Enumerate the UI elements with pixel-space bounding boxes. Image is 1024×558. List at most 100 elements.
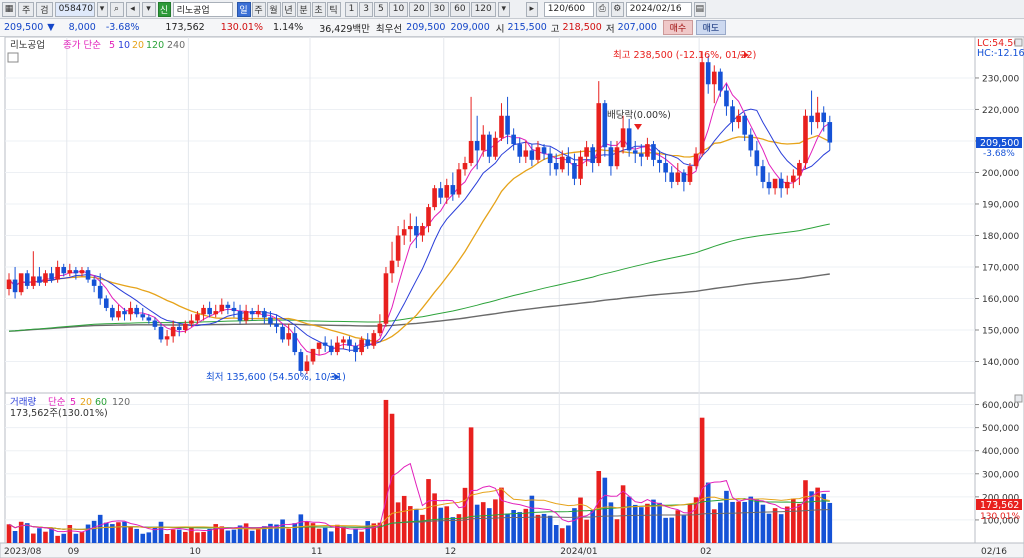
- search-button[interactable]: 검: [36, 1, 53, 17]
- minute-option-2[interactable]: 5: [374, 1, 388, 17]
- gear-icon[interactable]: ⚙: [610, 1, 624, 17]
- candle-body: [572, 163, 577, 179]
- candle-body: [262, 311, 267, 318]
- date-input[interactable]: 2024/02/16: [625, 1, 692, 17]
- volume-bar: [791, 498, 796, 543]
- price-tick-label: 160,000: [982, 295, 1019, 305]
- volume-bar: [116, 522, 121, 543]
- minute-option-3[interactable]: 10: [388, 1, 409, 17]
- candle-body: [176, 326, 182, 330]
- candle-body: [724, 90, 729, 107]
- tab-3[interactable]: 년: [281, 1, 296, 17]
- volume-bar: [669, 517, 675, 543]
- x-axis-label: 2024/01: [560, 547, 597, 557]
- candle-body: [365, 339, 371, 346]
- chart-type-icon[interactable]: ▦: [2, 1, 16, 17]
- minute-option-7[interactable]: 120: [470, 1, 496, 17]
- volume-bar: [766, 513, 772, 543]
- candle-body: [395, 235, 401, 261]
- volume-bar: [189, 526, 194, 543]
- minute-option-4[interactable]: 20: [409, 1, 429, 17]
- volume-bar: [645, 503, 650, 543]
- stock-chart[interactable]: 140,000 150,000 160,000 170,000 180,000 190,0…: [0, 37, 1024, 558]
- tab-5[interactable]: 초: [311, 1, 326, 17]
- volume-bar: [407, 506, 413, 543]
- candle-body: [566, 156, 571, 164]
- candle-body: [803, 115, 808, 164]
- tab-2[interactable]: 월: [266, 1, 281, 17]
- candle-body: [292, 333, 298, 353]
- vol-ma120-legend: 120: [112, 397, 130, 408]
- candle-body: [213, 311, 219, 315]
- volume-bar: [122, 521, 127, 543]
- volume-bar: [304, 521, 310, 543]
- tab-4[interactable]: 분: [296, 1, 311, 17]
- candle-body: [499, 115, 504, 138]
- candle-body: [456, 169, 462, 195]
- candle-body: [85, 270, 91, 280]
- volume-bar: [450, 517, 456, 543]
- volume-bar: [158, 521, 164, 543]
- candle-body: [341, 339, 346, 343]
- best-ask: 209,500: [406, 22, 446, 33]
- top-toolbar: ▦ 주 검 058470 ▾ ⌕ ◂ ▾ 신 리노공업 일주월년분초틱 1351…: [0, 0, 1024, 19]
- volume-bar: [243, 523, 249, 543]
- volume-ratio: 130.01%: [220, 22, 263, 33]
- calendar-icon[interactable]: ▤: [693, 1, 706, 17]
- candle-body: [328, 345, 334, 353]
- minute-option-0[interactable]: 1: [344, 1, 359, 17]
- high-label: 고: [550, 23, 560, 35]
- volume-bar: [401, 495, 407, 543]
- print-icon[interactable]: ⎙: [595, 1, 609, 17]
- candle-body: [487, 134, 492, 157]
- candle-body: [67, 270, 73, 274]
- candle-body: [353, 345, 358, 353]
- volume-bar: [657, 502, 662, 543]
- period-select[interactable]: 주: [18, 1, 35, 17]
- grid-toggle-icon[interactable]: [7, 52, 19, 63]
- candle-body: [195, 314, 200, 321]
- buy-button[interactable]: 매수: [662, 20, 693, 35]
- volume-bar: [553, 525, 559, 543]
- volume-bar: [778, 514, 784, 543]
- volume-bar: [474, 504, 480, 543]
- volume-bar: [797, 503, 802, 543]
- candle-body: [79, 270, 85, 274]
- volume-bar: [480, 502, 486, 543]
- pane-close-icon[interactable]: [1014, 38, 1023, 47]
- minute-option-1[interactable]: 3: [359, 1, 374, 17]
- minute-option-5[interactable]: 30: [429, 1, 450, 17]
- tab-1[interactable]: 주: [251, 1, 266, 17]
- candle-body: [189, 320, 194, 324]
- volume-bar: [547, 515, 553, 543]
- candle-body: [657, 159, 662, 164]
- candle-body: [505, 115, 510, 135]
- minute-option-6[interactable]: 60: [450, 1, 470, 17]
- sound-icon[interactable]: ◂: [125, 1, 140, 17]
- candle-body: [116, 311, 121, 318]
- candle-body: [821, 112, 827, 123]
- volume-bar: [596, 471, 602, 543]
- volume-bar: [614, 519, 620, 543]
- candle-body: [304, 361, 310, 371]
- search-icon[interactable]: ⌕: [109, 1, 124, 17]
- count-input[interactable]: 120/600: [543, 1, 594, 17]
- candle-body: [590, 147, 595, 164]
- stock-code-input[interactable]: 058470: [54, 1, 95, 17]
- dropdown-icon[interactable]: ▾: [96, 1, 108, 17]
- settings-icon[interactable]: ▸: [525, 1, 538, 17]
- options-icon[interactable]: ▾: [141, 1, 156, 17]
- tab-6[interactable]: 틱: [326, 1, 341, 17]
- stock-name-field[interactable]: 리노공업: [172, 1, 233, 17]
- price-tag-pct: -3.68%: [983, 149, 1015, 159]
- volume-bar: [632, 504, 638, 543]
- volume-pane-close-icon[interactable]: [1014, 394, 1023, 403]
- candle-body: [438, 188, 443, 198]
- tab-0[interactable]: 일: [236, 1, 251, 17]
- candle-body: [614, 147, 620, 167]
- sell-button[interactable]: 매도: [695, 20, 726, 35]
- volume-bar: [438, 507, 443, 543]
- minute-more-icon[interactable]: ▾: [497, 1, 510, 17]
- candle-body: [225, 304, 231, 308]
- volume-bar: [18, 521, 24, 543]
